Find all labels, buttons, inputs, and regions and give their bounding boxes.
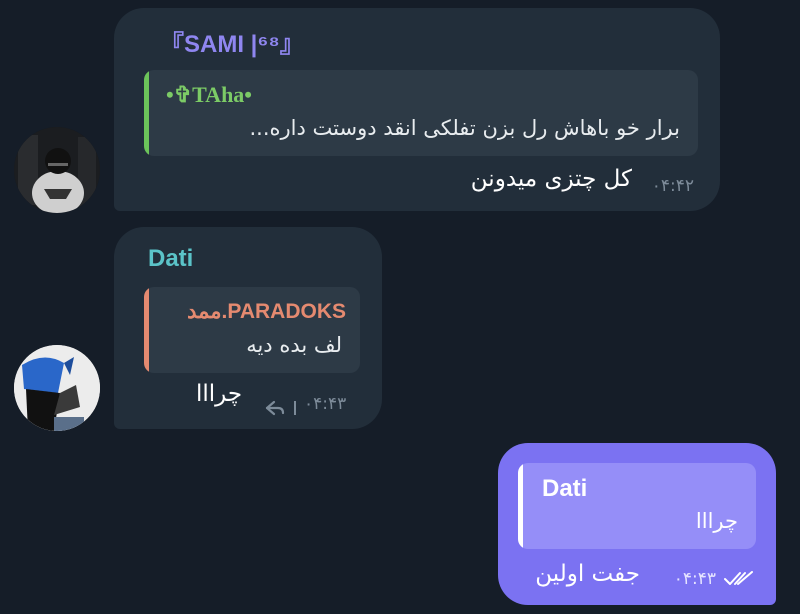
reply-quote-bar [144,70,149,156]
reply-quote[interactable]: ممد.PARADOKS لف بده دیه [144,287,360,373]
avatar-photo [14,345,100,431]
separator-bar [294,401,296,415]
message-time: ۰۴:۴۲ [651,176,694,196]
message-bubble[interactable]: Dati چرااا جفت اولین ۰۴:۴۳ [498,443,776,605]
reply-text: برار خو باهاش رل بزن تفلکی انقد دوستت دا… [249,116,681,140]
reply-text: لف بده دیه [246,333,342,357]
message-text: جفت اولین [535,561,640,587]
message-bubble[interactable]: 『SAMI |⁶⁸』 •✞TAha• برار خو باهاش رل بزن … [114,8,720,211]
sender-name[interactable]: Dati [148,245,193,273]
message-text: چرااا [196,381,243,407]
reply-text: چرااا [695,509,738,533]
sender-name[interactable]: 『SAMI |⁶⁸』 [160,24,304,59]
avatar-photo [14,127,100,213]
reply-sender-name: •✞TAha• [166,82,253,107]
message-text: کل چتزی میدونن [470,166,632,192]
message-bubble[interactable]: Dati ممد.PARADOKS لف بده دیه چرااا ۰۴:۴۳ [114,227,382,429]
message-time: ۰۴:۴۳ [304,394,347,414]
avatar[interactable] [14,127,100,213]
message-time: ۰۴:۴۳ [673,569,716,589]
reply-arrow-icon [265,400,285,416]
reply-sender-name: ممد.PARADOKS [187,300,346,323]
reply-quote[interactable]: •✞TAha• برار خو باهاش رل بزن تفلکی انقد … [144,70,698,156]
reply-sender-name: Dati [542,475,588,502]
reply-quote-bar [518,463,523,549]
reply-quote-bar [144,287,149,373]
reply-quote[interactable]: Dati چرااا [518,463,756,549]
avatar[interactable] [14,345,100,431]
double-check-icon [724,571,753,585]
